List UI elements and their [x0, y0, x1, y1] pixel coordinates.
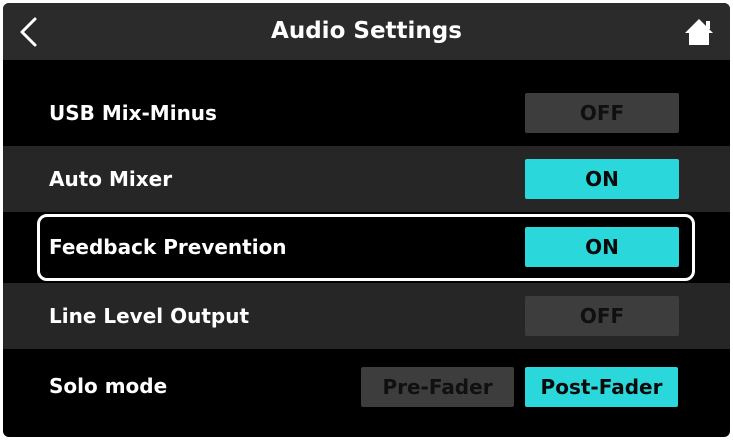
line-level-output-label: Line Level Output	[49, 304, 250, 328]
usb-mix-minus-label: USB Mix-Minus	[49, 101, 217, 125]
usb-mix-minus-toggle[interactable]: OFF	[525, 93, 679, 133]
feedback-prevention-label: Feedback Prevention	[49, 235, 287, 259]
audio-settings-screen: Audio Settings USB Mix-Minus OFF Auto Mi…	[3, 3, 730, 437]
row-line-level-output: Line Level Output OFF	[3, 283, 730, 349]
row-usb-mix-minus: USB Mix-Minus OFF	[3, 80, 730, 146]
row-feedback-prevention: Feedback Prevention ON	[3, 214, 730, 280]
feedback-prevention-toggle[interactable]: ON	[525, 227, 679, 267]
auto-mixer-toggle[interactable]: ON	[525, 159, 679, 199]
row-auto-mixer: Auto Mixer ON	[3, 146, 730, 212]
auto-mixer-label: Auto Mixer	[49, 167, 173, 191]
post-fader-button[interactable]: Post-Fader	[525, 367, 678, 407]
solo-mode-label: Solo mode	[49, 374, 168, 398]
pre-fader-button[interactable]: Pre-Fader	[361, 367, 514, 407]
line-level-output-toggle[interactable]: OFF	[525, 296, 679, 336]
page-title: Audio Settings	[271, 18, 462, 44]
header-bar: Audio Settings	[3, 3, 730, 60]
home-button[interactable]	[682, 15, 716, 49]
home-icon	[685, 19, 713, 45]
